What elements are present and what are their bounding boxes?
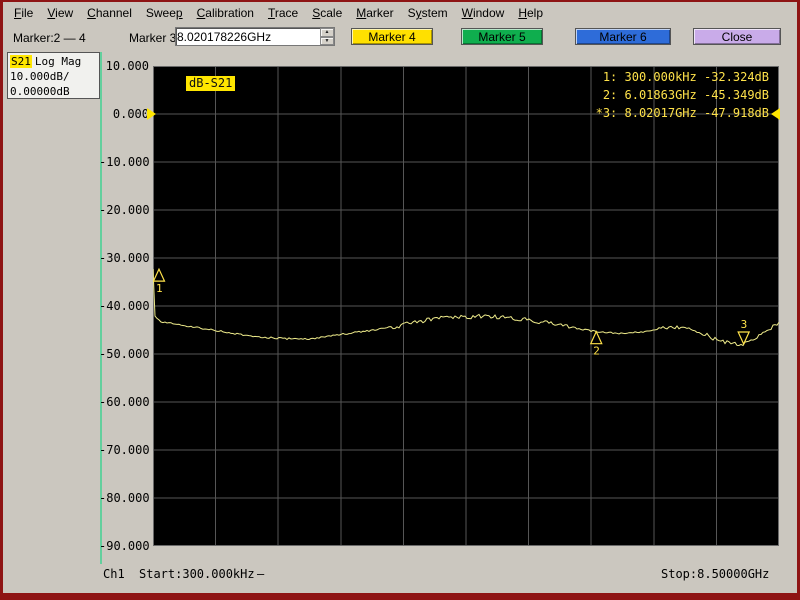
marker-readouts: 1: 300.000kHz -32.324dB 2: 6.01863GHz -45… [596,68,769,122]
plot-area: 1 2 3 [152,66,780,546]
channel-label: Ch1 [103,567,125,581]
menu-item-window[interactable]: Window [455,3,512,23]
marker-5-button[interactable]: Marker 5 [461,28,543,45]
menu-item-marker[interactable]: Marker [349,3,400,23]
svg-text:3: 3 [741,318,748,331]
sweep-indicator: — [257,567,265,581]
svg-text:1: 1 [156,282,163,295]
trace-row: S21 Log Mag [10,54,99,69]
y-axis-tick: -90.000 [99,539,150,553]
trace-name-label[interactable]: S21 [10,55,32,68]
marker-4-button[interactable]: Marker 4 [351,28,433,45]
marker3-frequency-input[interactable] [177,29,319,44]
trace-format-label: Log Mag [34,55,82,68]
trace-format-chip: dB-S21 [186,76,236,91]
y-axis-tick: -50.000 [99,347,150,361]
menu-item-system[interactable]: System [401,3,455,23]
spinner-down-button[interactable]: ▼ [320,36,334,45]
trace-ref-label: 0.00000dB [10,85,70,98]
marker-readout-line: 2: 6.01863GHz -45.349dB [602,88,769,102]
stop-frequency-label: Stop:8.50000GHz [661,567,770,581]
menu-item-trace[interactable]: Trace [261,3,305,23]
y-axis-tick: 10.000 [105,59,149,73]
vna-window: File View Channel Sweep Calibration Trace Scal… [0,0,800,600]
y-axis-tick: -30.000 [99,251,150,265]
plot-canvas: 1 2 3 [152,66,780,546]
svg-text:2: 2 [593,345,600,358]
menu-item-view[interactable]: View [40,3,80,23]
marker-range-label: Marker:2 — 4 [13,31,86,45]
trace-marker-3[interactable]: 3 [737,318,751,346]
y-axis-tick: -70.000 [99,443,150,457]
reference-level-marker-left [147,108,156,120]
trace-marker-1[interactable]: 1 [152,267,166,295]
menu-item-calibration[interactable]: Calibration [190,3,261,23]
menu-item-help[interactable]: Help [511,3,550,23]
marker-readout-line: 1: 300.000kHz -32.324dB [602,70,769,84]
start-frequency-label: Start:300.000kHz [139,567,255,581]
frequency-spinner: ▲ ▼ [320,28,334,45]
menu-item-file[interactable]: File [7,3,40,23]
y-axis-tick: 0.000 [112,107,149,121]
y-axis-tick: -40.000 [99,299,150,313]
menu-item-scale[interactable]: Scale [305,3,349,23]
reference-level-marker-right [771,108,780,120]
y-axis: 10.000 0.000 -10.000 -20.000 -30.000 -40.000 -… [99,2,150,593]
y-axis-tick: -20.000 [99,203,150,217]
y-axis-tick: -10.000 [99,155,150,169]
trace-status-panel: S21 Log Mag 10.000dB/ 0.00000dB [7,52,100,99]
y-axis-tick: -80.000 [99,491,150,505]
trace-scale-label: 10.000dB/ [10,70,70,83]
status-bar: Ch1 Start:300.000kHz — Stop:8.50000GHz [3,566,797,584]
close-button[interactable]: Close [693,28,781,45]
marker3-frequency-field: ▲ ▼ [175,27,335,46]
spinner-up-button[interactable]: ▲ [320,28,334,37]
y-axis-tick: -60.000 [99,395,150,409]
marker-readout-line: *3: 8.02017GHz -47.918dB [595,106,769,120]
marker-6-button[interactable]: Marker 6 [575,28,671,45]
